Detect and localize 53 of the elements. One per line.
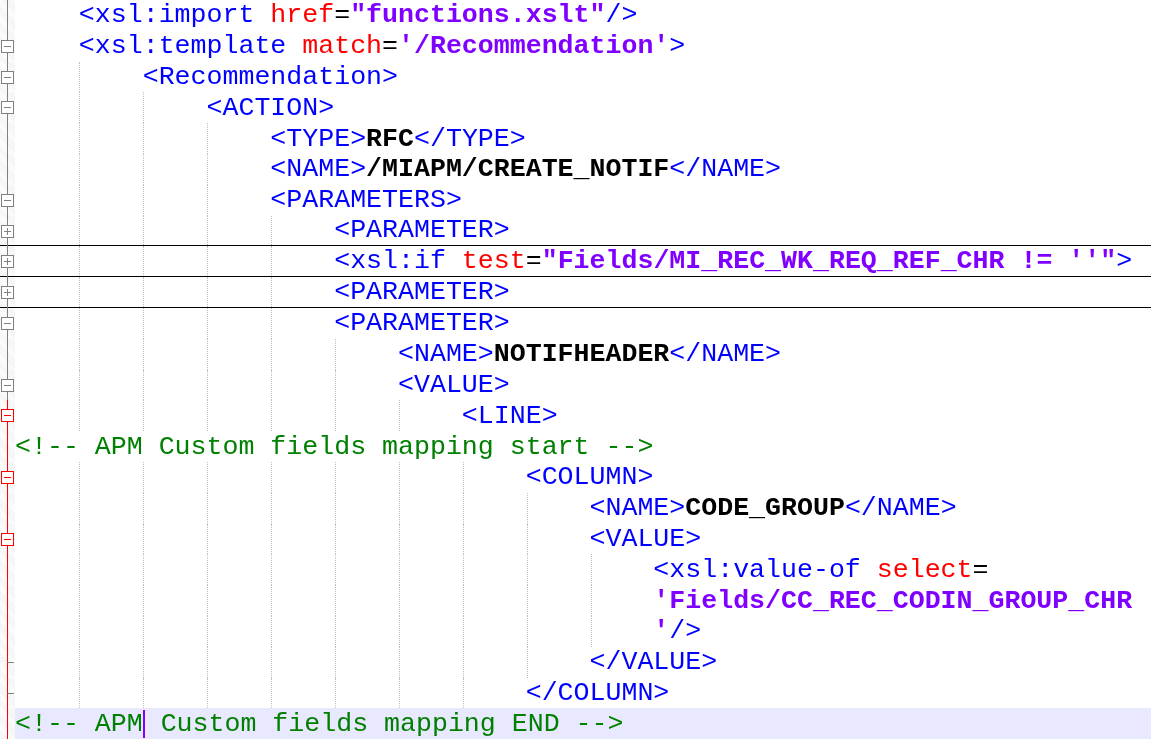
code-token: <PARAMETER> xyxy=(333,215,510,246)
code-token: <!-- APM Custom fields mapping start --> xyxy=(15,431,654,462)
code-token: </COLUMN> xyxy=(524,677,670,708)
code-token: <LINE> xyxy=(460,400,558,431)
code-token: <!-- APM xyxy=(15,708,143,739)
code-token: "Fields/MI_REC_WK_REQ_REF_CHR != ''" xyxy=(541,246,1117,277)
code-token: match xyxy=(302,31,383,62)
code-token: '/Recommendation' xyxy=(398,31,670,62)
code-token: RFC xyxy=(366,123,414,154)
code-token: Custom fields mapping END --> xyxy=(159,708,624,739)
code-token: <NAME> xyxy=(588,493,686,524)
code-token: /> xyxy=(669,616,702,647)
code-token: <PARAMETERS> xyxy=(269,185,462,216)
code-token: <VALUE> xyxy=(588,523,702,554)
code-token: = xyxy=(972,554,989,585)
fold-collapse-icon[interactable] xyxy=(0,307,15,339)
code-token: <Recommendation> xyxy=(141,62,398,92)
code-token: 'Fields/CC_REC_CODIN_GROUP_CHR xyxy=(652,585,1133,616)
code-token: href xyxy=(270,0,335,31)
code-token: <TYPE> xyxy=(269,123,367,154)
code-token: <VALUE> xyxy=(397,369,510,400)
code-token: </NAME> xyxy=(669,339,782,370)
code-token: <xsl:if xyxy=(333,246,447,277)
code-token: = xyxy=(334,0,351,31)
code-token: test xyxy=(461,246,526,277)
code-token: select xyxy=(876,554,973,585)
code-editor[interactable] xyxy=(0,0,1151,739)
code-token: > xyxy=(669,31,686,62)
code-token: <PARAMETER> xyxy=(333,277,510,308)
code-token: </NAME> xyxy=(669,154,782,185)
code-token: <COLUMN> xyxy=(524,462,654,493)
code-token: <ACTION> xyxy=(205,92,335,123)
code-token: </NAME> xyxy=(844,493,957,524)
code-token: = xyxy=(382,31,399,62)
code-token: > xyxy=(1116,246,1133,277)
code-token: "functions.xslt" xyxy=(350,0,606,31)
code-token: </VALUE> xyxy=(588,647,718,678)
code-token: ' xyxy=(652,616,670,647)
fold-expand-icon[interactable] xyxy=(0,277,15,309)
code-token: <xsl:import xyxy=(77,0,256,31)
code-token: <PARAMETER> xyxy=(333,308,510,339)
code-token: <xsl:value-of xyxy=(652,554,862,585)
code-token: = xyxy=(525,246,542,277)
code-token: <NAME> xyxy=(269,154,367,185)
code-token: /MIAPM/CREATE_NOTIF xyxy=(366,154,670,185)
code-token: CODE_GROUP xyxy=(685,493,845,524)
code-token: <xsl:template xyxy=(77,31,288,62)
code-token: <NAME> xyxy=(397,339,494,370)
code-token: NOTIFHEADER xyxy=(493,339,670,370)
code-token: </TYPE> xyxy=(414,123,526,154)
fold-expand-icon[interactable] xyxy=(0,215,15,247)
fold-expand-icon[interactable] xyxy=(0,246,15,278)
code-token: /> xyxy=(605,0,638,31)
